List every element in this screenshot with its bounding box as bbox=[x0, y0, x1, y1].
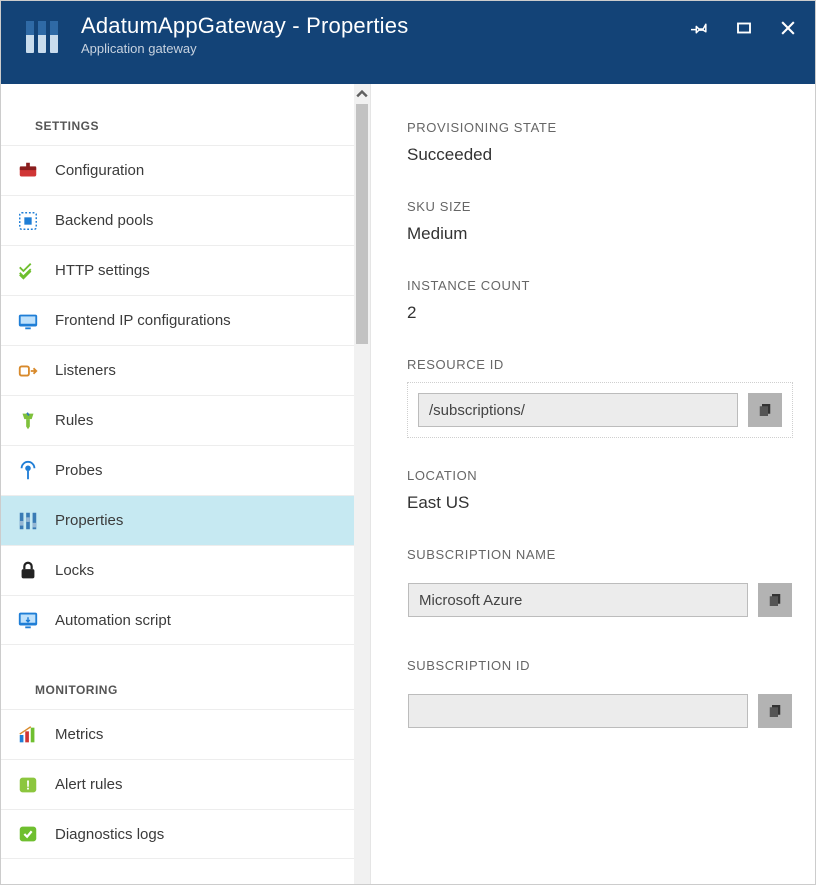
nav-item-listeners[interactable]: Listeners bbox=[1, 345, 354, 395]
instance-count-value: 2 bbox=[407, 303, 793, 323]
nav-label: Diagnostics logs bbox=[55, 826, 164, 843]
nav-item-rules[interactable]: Rules bbox=[1, 395, 354, 445]
blade-title: AdatumAppGateway - Properties bbox=[81, 13, 689, 39]
backend-pools-icon bbox=[17, 210, 39, 232]
nav-label: HTTP settings bbox=[55, 262, 150, 279]
configuration-icon bbox=[17, 160, 39, 182]
svg-text:!: ! bbox=[26, 777, 30, 792]
sku-size-value: Medium bbox=[407, 224, 793, 244]
nav-item-configuration[interactable]: Configuration bbox=[1, 145, 354, 195]
properties-icon bbox=[17, 510, 39, 532]
nav-item-alert-rules[interactable]: ! Alert rules bbox=[1, 759, 354, 809]
nav-label: Backend pools bbox=[55, 212, 153, 229]
subscription-name-field[interactable]: Microsoft Azure bbox=[408, 583, 748, 617]
alert-rules-icon: ! bbox=[17, 774, 39, 796]
nav-label: Frontend IP configurations bbox=[55, 312, 231, 329]
nav-item-diagnostics-logs[interactable]: Diagnostics logs bbox=[1, 809, 354, 859]
sku-size-label: SKU SIZE bbox=[407, 199, 793, 214]
provisioning-state-label: PROVISIONING STATE bbox=[407, 120, 793, 135]
subscription-id-label: SUBSCRIPTION ID bbox=[407, 658, 793, 673]
scrollbar-thumb[interactable] bbox=[356, 104, 368, 344]
rules-icon bbox=[17, 410, 39, 432]
nav-label: Alert rules bbox=[55, 776, 123, 793]
nav-item-properties[interactable]: Properties bbox=[1, 495, 354, 545]
close-icon[interactable] bbox=[777, 17, 799, 39]
blade-subtitle: Application gateway bbox=[81, 41, 689, 56]
nav-item-automation-script[interactable]: Automation script bbox=[1, 595, 354, 645]
pin-icon[interactable] bbox=[689, 17, 711, 39]
nav-label: Locks bbox=[55, 562, 94, 579]
location-value: East US bbox=[407, 493, 793, 513]
resource-id-label: RESOURCE ID bbox=[407, 357, 793, 372]
scroll-up-icon[interactable] bbox=[354, 84, 370, 104]
nav-item-backend-pools[interactable]: Backend pools bbox=[1, 195, 354, 245]
listeners-icon bbox=[17, 360, 39, 382]
nav-label: Properties bbox=[55, 512, 123, 529]
locks-icon bbox=[17, 560, 39, 582]
copy-subscription-name-button[interactable] bbox=[758, 583, 792, 617]
nav-item-probes[interactable]: Probes bbox=[1, 445, 354, 495]
http-settings-icon bbox=[17, 260, 39, 282]
copy-resource-id-button[interactable] bbox=[748, 393, 782, 427]
nav-label: Configuration bbox=[55, 162, 144, 179]
blade-header: AdatumAppGateway - Properties Applicatio… bbox=[1, 1, 815, 84]
settings-nav: SETTINGS Configuration Backend pools HTT… bbox=[1, 84, 354, 884]
location-label: LOCATION bbox=[407, 468, 793, 483]
section-title-monitoring: MONITORING bbox=[1, 683, 354, 709]
nav-label: Automation script bbox=[55, 612, 171, 629]
nav-item-frontend-ip[interactable]: Frontend IP configurations bbox=[1, 295, 354, 345]
nav-label: Metrics bbox=[55, 726, 103, 743]
subscription-id-field[interactable] bbox=[408, 694, 748, 728]
provisioning-state-value: Succeeded bbox=[407, 145, 793, 165]
metrics-icon bbox=[17, 724, 39, 746]
copy-subscription-id-button[interactable] bbox=[758, 694, 792, 728]
nav-label: Rules bbox=[55, 412, 93, 429]
resource-id-field[interactable]: /subscriptions/ bbox=[418, 393, 738, 427]
nav-label: Probes bbox=[55, 462, 103, 479]
maximize-icon[interactable] bbox=[733, 17, 755, 39]
blade-actions bbox=[689, 13, 805, 39]
sidebar-scrollbar[interactable] bbox=[354, 84, 370, 884]
section-title-settings: SETTINGS bbox=[1, 119, 354, 145]
probes-icon bbox=[17, 460, 39, 482]
app-gateway-icon bbox=[23, 17, 63, 57]
instance-count-label: INSTANCE COUNT bbox=[407, 278, 793, 293]
nav-item-locks[interactable]: Locks bbox=[1, 545, 354, 595]
nav-item-http-settings[interactable]: HTTP settings bbox=[1, 245, 354, 295]
automation-script-icon bbox=[17, 609, 39, 631]
properties-pane: PROVISIONING STATE Succeeded SKU SIZE Me… bbox=[371, 84, 815, 884]
nav-label: Listeners bbox=[55, 362, 116, 379]
frontend-ip-icon bbox=[17, 310, 39, 332]
diagnostics-logs-icon bbox=[17, 823, 39, 845]
nav-item-metrics[interactable]: Metrics bbox=[1, 709, 354, 759]
subscription-name-label: SUBSCRIPTION NAME bbox=[407, 547, 793, 562]
